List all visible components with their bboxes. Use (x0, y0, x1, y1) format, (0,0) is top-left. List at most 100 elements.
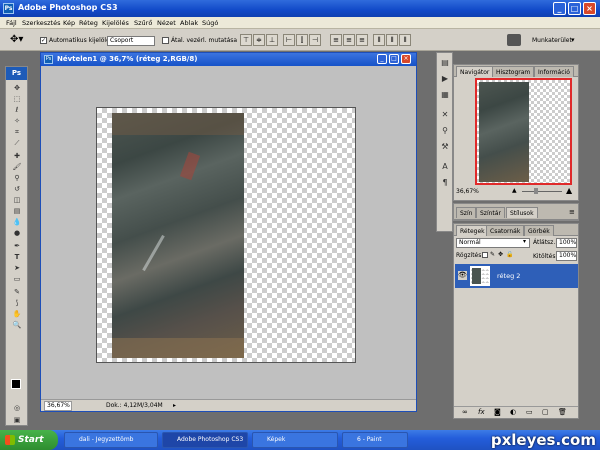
menu-filter[interactable]: Szűrő (134, 19, 152, 27)
layer-mask-icon[interactable]: ◙ (494, 408, 501, 416)
hand-tool-icon[interactable]: ✋ (10, 309, 24, 319)
tab-layers[interactable]: Rétegek (456, 225, 489, 236)
tab-styles[interactable]: Stílusok (506, 207, 538, 218)
menu-view[interactable]: Nézet (157, 19, 176, 27)
lock-transparency-icon[interactable] (482, 252, 488, 258)
adjustment-layer-icon[interactable]: ◐ (510, 408, 516, 416)
shape-tool-icon[interactable]: ▭ (10, 274, 24, 284)
align-right-icon[interactable]: ⊣ (309, 34, 321, 46)
dodge-tool-icon[interactable]: ● (10, 228, 24, 238)
notes-tool-icon[interactable]: ✎ (10, 287, 24, 297)
foreground-color-swatch[interactable] (11, 379, 21, 389)
healing-brush-icon[interactable]: ✚ (10, 151, 24, 161)
trash-icon[interactable]: 🗑 (558, 408, 567, 416)
opacity-field[interactable]: 100% (556, 238, 577, 248)
distribute-vcenter-icon[interactable]: ≡ (343, 34, 355, 46)
fill-field[interactable]: 100% (556, 251, 577, 261)
gradient-tool-icon[interactable]: ▤ (10, 206, 24, 216)
layer-style-icon[interactable]: fx (478, 408, 485, 416)
distribute-left-icon[interactable]: ⦀ (373, 34, 385, 46)
layer-name[interactable]: réteg 2 (497, 272, 520, 280)
eyedropper-icon[interactable]: ⟆ (10, 298, 24, 308)
menu-edit[interactable]: Szerkesztés (22, 19, 60, 27)
new-group-icon[interactable]: ▭ (526, 408, 533, 416)
slice-tool-icon[interactable]: ⟋ (10, 138, 24, 148)
paragraph-panel-icon[interactable]: ¶ (439, 177, 451, 189)
doc-close-button[interactable]: × (401, 54, 411, 64)
eraser-tool-icon[interactable]: ◫ (10, 195, 24, 205)
stamp-tool-icon[interactable]: ⚲ (10, 173, 24, 183)
tab-navigator[interactable]: Navigátor (456, 66, 494, 77)
type-tool-icon[interactable]: T (10, 252, 24, 262)
lock-pixels-icon[interactable]: ✎ (490, 251, 495, 258)
visibility-eye-icon[interactable]: 👁 (458, 271, 467, 280)
magic-wand-icon[interactable]: ✧ (10, 116, 24, 126)
blur-tool-icon[interactable]: 💧 (10, 217, 24, 227)
align-hcenter-icon[interactable]: ⫿ (296, 34, 308, 46)
history-panel-icon[interactable]: ▤ (439, 57, 451, 69)
zoom-field[interactable]: 36,67% (44, 401, 72, 411)
align-left-icon[interactable]: ⊢ (283, 34, 295, 46)
workspace-menu[interactable]: Munkaterület (532, 37, 572, 44)
move-tool-icon[interactable]: ✥ (10, 83, 24, 93)
menu-file[interactable]: Fájl (6, 19, 17, 27)
tab-histogram[interactable]: Hisztogram (492, 66, 535, 77)
show-transform-checkbox[interactable] (162, 37, 169, 44)
menu-help[interactable]: Súgó (202, 19, 218, 27)
tool-presets-icon[interactable]: ⚒ (439, 141, 451, 153)
tab-color[interactable]: Szín (456, 207, 477, 218)
layer-row[interactable]: 👁 réteg 2 (455, 264, 578, 288)
blend-mode-dropdown[interactable]: Normál (456, 238, 530, 248)
navigator-zoom-slider[interactable] (522, 191, 562, 192)
taskbar-item-images[interactable]: Képek (252, 432, 338, 448)
lasso-tool-icon[interactable]: ℓ (10, 105, 24, 115)
blend-mode-chevron-icon[interactable]: ▾ (523, 238, 526, 245)
link-layers-icon[interactable]: ∞ (462, 408, 468, 416)
menu-layer[interactable]: Réteg (79, 19, 98, 27)
history-brush-icon[interactable]: ↺ (10, 184, 24, 194)
tab-swatches[interactable]: Színtár (476, 207, 505, 218)
menu-window[interactable]: Ablak (180, 19, 198, 27)
taskbar-item-paint[interactable]: 6 - Paint (342, 432, 408, 448)
zoom-tool-icon[interactable]: 🔍 (10, 320, 24, 330)
marquee-tool-icon[interactable]: ⬚ (10, 94, 24, 104)
taskbar-item-notepad[interactable]: dali - Jegyzettömb (64, 432, 158, 448)
new-layer-icon[interactable]: ▢ (542, 408, 549, 416)
lock-position-icon[interactable]: ✥ (498, 251, 503, 258)
move-tool-icon[interactable]: ✥▾ (10, 34, 23, 45)
image-canvas[interactable] (96, 107, 356, 363)
distribute-bottom-icon[interactable]: ≡ (356, 34, 368, 46)
crop-tool-icon[interactable]: ⌗ (10, 127, 24, 137)
distribute-right-icon[interactable]: ⦀ (399, 34, 411, 46)
align-top-icon[interactable]: ⊤ (240, 34, 252, 46)
panel-menu-icon[interactable]: ≡ (569, 208, 575, 216)
maximize-button[interactable]: □ (568, 2, 581, 15)
menu-select[interactable]: Kijelölés (102, 19, 129, 27)
zoom-slider-handle[interactable] (534, 188, 538, 194)
lock-all-icon[interactable]: 🔒 (506, 251, 513, 258)
status-arrow-icon[interactable]: ▸ (173, 402, 176, 409)
screen-mode-icon[interactable]: ▣ (10, 415, 24, 425)
close-button[interactable]: × (583, 2, 596, 15)
layer-comps-icon[interactable]: ▦ (439, 89, 451, 101)
pen-tool-icon[interactable]: ✒ (10, 241, 24, 251)
auto-select-checkbox[interactable]: ✓ (40, 37, 47, 44)
tab-curves[interactable]: Görbék (524, 225, 554, 236)
menu-image[interactable]: Kép (63, 19, 75, 27)
distribute-hcenter-icon[interactable]: ⦀ (386, 34, 398, 46)
zoom-out-icon[interactable]: ▲ (512, 187, 517, 194)
workspace-icon[interactable] (507, 34, 521, 46)
doc-maximize-button[interactable]: □ (389, 54, 399, 64)
minimize-button[interactable]: _ (553, 2, 566, 15)
tab-channels[interactable]: Csatornák (486, 225, 525, 236)
navigator-zoom-value[interactable]: 36,67% (456, 188, 479, 195)
doc-minimize-button[interactable]: _ (377, 54, 387, 64)
distribute-top-icon[interactable]: ≡ (330, 34, 342, 46)
chevron-down-icon[interactable]: ▾ (571, 36, 575, 44)
align-bottom-icon[interactable]: ⊥ (266, 34, 278, 46)
navigator-preview[interactable] (475, 78, 572, 185)
align-vcenter-icon[interactable]: ≑ (253, 34, 265, 46)
zoom-in-icon[interactable]: ▲ (566, 186, 572, 195)
quick-mask-icon[interactable]: ◎ (10, 403, 24, 413)
actions-panel-icon[interactable]: ▶ (439, 73, 451, 85)
